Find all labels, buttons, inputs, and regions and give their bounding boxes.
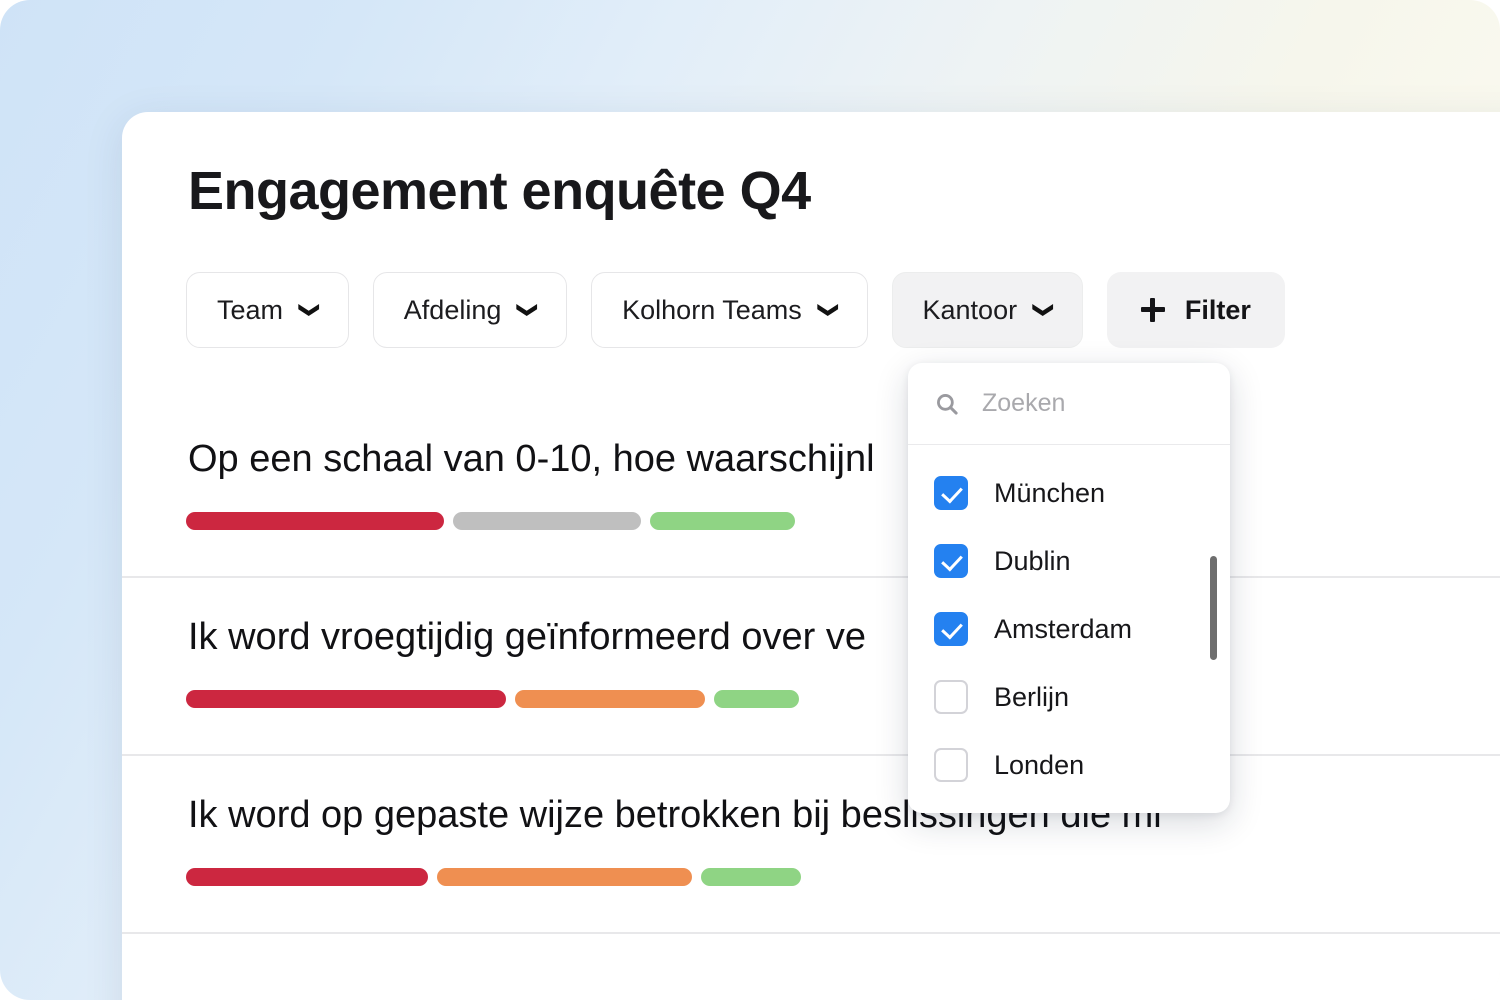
filter-chip-kolhorn-teams[interactable]: Kolhorn Teams ❯ — [591, 272, 868, 348]
checkbox-checked-icon[interactable] — [934, 476, 968, 510]
kantoor-dropdown-panel: München Dublin Amsterdam Berlijn Londen — [908, 363, 1230, 813]
question-text: Ik word vroegtijdig geïnformeerd over ve — [188, 616, 866, 658]
dropdown-option-dublin[interactable]: Dublin — [908, 527, 1230, 595]
filter-bar: Team ❯ Afdeling ❯ Kolhorn Teams ❯ Kantoo… — [186, 272, 1285, 348]
checkbox-unchecked-icon[interactable] — [934, 680, 968, 714]
bar-segment-negative — [186, 512, 444, 530]
option-label: Dublin — [994, 545, 1071, 576]
filter-chip-label: Team — [217, 294, 284, 325]
dropdown-option-amsterdam[interactable]: Amsterdam — [908, 595, 1230, 663]
bar-segment-negative — [186, 868, 428, 886]
chevron-down-icon: ❯ — [1032, 301, 1055, 319]
sentiment-bar — [186, 512, 795, 530]
dropdown-option-list: München Dublin Amsterdam Berlijn Londen — [908, 445, 1230, 799]
option-label: München — [994, 477, 1106, 508]
option-label: Berlijn — [994, 681, 1070, 712]
bar-segment-neutral — [515, 690, 705, 708]
question-row[interactable]: Ik word vroegtijdig geïnformeerd over ve — [122, 578, 1500, 756]
question-row[interactable]: Op een schaal van 0-10, hoe waarschijnl — [122, 400, 1500, 578]
dropdown-search-row — [908, 363, 1230, 445]
dropdown-option-munchen[interactable]: München — [908, 459, 1230, 527]
question-list: Op een schaal van 0-10, hoe waarschijnl … — [122, 400, 1500, 1000]
bar-segment-positive — [650, 512, 795, 530]
question-text: Op een schaal van 0-10, hoe waarschijnl — [188, 438, 875, 480]
filter-chip-afdeling[interactable]: Afdeling ❯ — [372, 272, 568, 348]
filter-chip-kantoor[interactable]: Kantoor ❯ — [891, 272, 1083, 348]
filter-chip-label: Kantoor — [922, 294, 1018, 325]
sentiment-bar — [186, 868, 801, 886]
app-background: Engagement enquête Q4 Team ❯ Afdeling ❯ … — [0, 0, 1500, 1000]
search-icon — [937, 393, 958, 415]
bar-segment-positive — [701, 868, 801, 886]
add-filter-button[interactable]: Filter — [1106, 272, 1285, 348]
add-filter-label: Filter — [1184, 294, 1251, 325]
plus-icon — [1140, 298, 1165, 322]
checkbox-unchecked-icon[interactable] — [934, 748, 968, 782]
dropdown-scrollbar[interactable] — [1210, 556, 1217, 660]
bar-segment-neutral — [437, 868, 692, 886]
dropdown-option-londen[interactable]: Londen — [908, 731, 1230, 799]
dropdown-option-berlijn[interactable]: Berlijn — [908, 663, 1230, 731]
checkbox-checked-icon[interactable] — [934, 612, 968, 646]
sentiment-bar — [186, 690, 799, 708]
option-label: Amsterdam — [994, 613, 1133, 644]
checkbox-checked-icon[interactable] — [934, 544, 968, 578]
chevron-down-icon: ❯ — [516, 301, 539, 319]
search-input[interactable] — [982, 389, 1172, 418]
filter-chip-team[interactable]: Team ❯ — [186, 272, 349, 348]
page-title: Engagement enquête Q4 — [188, 161, 811, 221]
bar-segment-negative — [186, 690, 506, 708]
filter-chip-label: Afdeling — [403, 294, 502, 325]
survey-card: Engagement enquête Q4 Team ❯ Afdeling ❯ … — [122, 112, 1500, 1000]
option-label: Londen — [994, 749, 1085, 780]
filter-chip-label: Kolhorn Teams — [622, 294, 802, 325]
question-row[interactable]: Ik word op gepaste wijze betrokken bij b… — [122, 756, 1500, 934]
bar-segment-positive — [714, 690, 799, 708]
bar-segment-neutral — [453, 512, 641, 530]
chevron-down-icon: ❯ — [817, 301, 840, 319]
question-row[interactable] — [122, 934, 1500, 1000]
chevron-down-icon: ❯ — [298, 301, 321, 319]
